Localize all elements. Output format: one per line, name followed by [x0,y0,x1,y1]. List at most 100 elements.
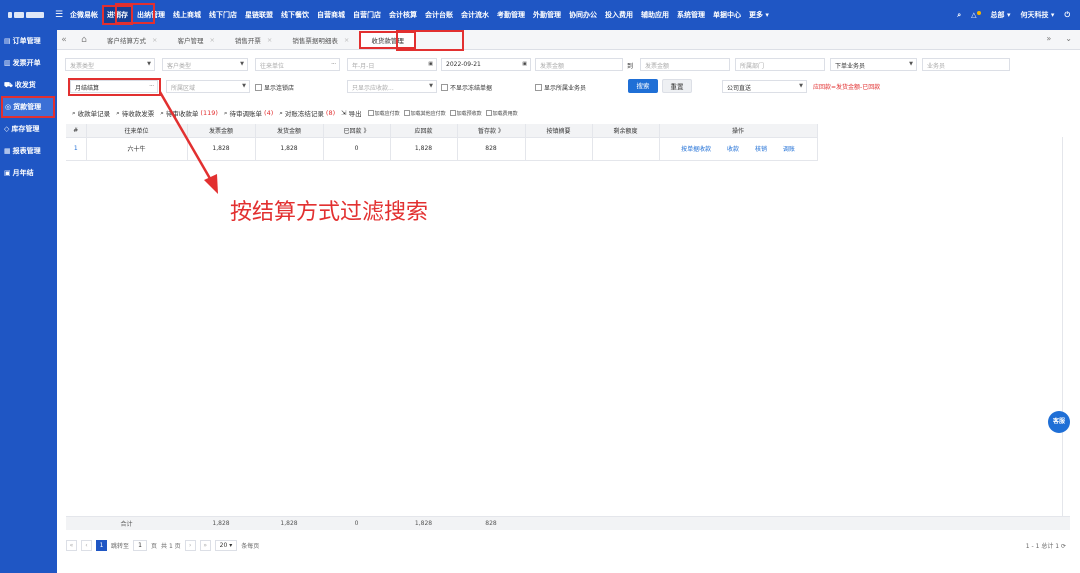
hide-frozen-checkbox[interactable]: 不显示冻结单据 [441,83,492,92]
nav-item[interactable]: 线下餐饮 [277,0,313,30]
col-ship[interactable]: 发货金额 [255,124,324,138]
load-prepaid-checkbox[interactable]: 加载预收款 [449,110,482,117]
nav-item[interactable]: 出纳管理 [133,0,169,30]
pending-adjust-link[interactable]: ⌕ 待审调账单 (4) [224,108,273,119]
region-select[interactable]: 所属区域 ▼ [166,80,250,93]
tabs-back-icon[interactable]: « [57,35,71,45]
nav-item[interactable]: 会计核算 [385,0,421,30]
nav-item[interactable]: 自营门店 [349,0,385,30]
tabs-forward-icon[interactable]: » [1046,34,1051,43]
date-start-input[interactable]: 年-月-日 ▣ [347,58,437,71]
nav-item[interactable]: 投入费用 [601,0,637,30]
menu-toggle-icon[interactable]: ☰ [52,10,66,20]
receive-link[interactable]: 收款 [727,146,739,153]
adjust-link[interactable]: 调账 [783,146,795,153]
sidebar-item[interactable]: ◎ 货款管理 [1,96,55,118]
home-icon[interactable]: ⌂ [77,35,91,45]
nav-item[interactable]: 星链联盟 [241,0,277,30]
export-link[interactable]: ⇲ 导出 [341,108,361,118]
close-icon[interactable]: × [267,36,272,44]
close-icon[interactable]: × [152,36,157,44]
nav-item[interactable]: 更多 ▾ [745,0,773,30]
col-partner[interactable]: 往来单位 [86,124,188,138]
user-menu[interactable]: 总部 ▾ [991,10,1011,20]
nav-item[interactable]: 线下门店 [205,0,241,30]
receipt-records-link[interactable]: ⌕ 收款单记录 [72,108,110,119]
load-other-payable-checkbox[interactable]: 加载其他应付款 [403,110,446,117]
sidebar-item[interactable]: ⛟ 收发货 [0,74,57,96]
amount-to-input[interactable]: 发票金额 [640,58,730,71]
customer-service-button[interactable]: 客服 [1048,411,1070,433]
table-row[interactable]: 1 六十牛 1,828 1,828 0 1,828 828 按单据收款 收款 核… [66,137,818,161]
show-chain-checkbox[interactable]: 显示连锁店 [255,83,294,92]
sidebar-item[interactable]: ◇ 库存管理 [0,118,57,140]
load-payable-checkbox[interactable]: 加载应付款 [367,110,400,117]
customer-type-select[interactable]: 客户类型 ▼ [162,58,248,71]
writeoff-link[interactable]: 核销 [755,146,767,153]
tab[interactable]: 收货款管理 [359,30,416,49]
col-invoice[interactable]: 发票金额 [187,124,256,138]
calendar-icon[interactable]: ▣ [428,61,433,67]
prev-page-icon[interactable]: ‹ [81,539,92,551]
nav-item[interactable]: 考勤管理 [493,0,529,30]
more-icon[interactable]: ··· [331,61,336,67]
nav-item[interactable]: 会计流水 [457,0,493,30]
salesman-input[interactable]: 业务员 [922,58,1010,71]
col-due[interactable]: 应回款 [390,124,458,138]
nav-item[interactable]: 企微易帐 [66,0,102,30]
next-page-icon[interactable]: › [184,539,196,551]
pending-invoice-link[interactable]: ⌕ 待收款发票 [116,108,154,119]
nav-item[interactable]: 进销存 [102,5,133,25]
tab[interactable]: 客户结算方式 × [97,30,167,50]
goto-input[interactable]: 1 [133,539,148,551]
show-all-sales-checkbox[interactable]: 显示所属业务员 [535,83,586,92]
dept-input[interactable]: 所属部门 [735,58,825,71]
nav-item[interactable]: 线上商城 [169,0,205,30]
frozen-records-link[interactable]: ⌕ 对账冻结记录 (8) [279,108,335,119]
close-icon[interactable]: × [209,36,214,44]
nav-item[interactable]: 协同办公 [565,0,601,30]
tab[interactable]: 销售票据明细表 × [282,30,359,50]
col-temp[interactable]: 暂存款 》 [457,124,526,138]
col-summary[interactable]: 按镇摘要 [525,124,593,138]
col-returned[interactable]: 已回款 》 [323,124,391,138]
nav-item[interactable]: 辅助应用 [637,0,673,30]
table-scrollbar[interactable] [1062,137,1070,516]
sidebar-item[interactable]: ▦ 报表管理 [0,140,57,162]
nav-item[interactable]: 自营商城 [313,0,349,30]
invoice-type-select[interactable]: 发票类型 ▼ [65,58,155,71]
power-icon[interactable]: ⏻ [1064,11,1070,20]
sidebar-item[interactable]: ▤ 订单管理 [0,30,57,52]
search-button[interactable]: 搜索 [628,79,658,93]
nav-item[interactable]: 会计台账 [421,0,457,30]
current-page[interactable]: 1 [96,539,107,551]
tab[interactable]: 销售开票 × [225,30,282,50]
page-size-select[interactable]: 20 ▾ [214,539,238,551]
reset-button[interactable]: 重置 [662,79,692,93]
company-menu[interactable]: 何天科技 ▾ [1021,10,1055,20]
sidebar-item[interactable]: ▥ 发票开单 [0,52,57,74]
tab[interactable]: 客户管理 × [167,30,224,50]
receive-by-doc-link[interactable]: 按单据收款 [681,146,711,153]
close-icon[interactable]: × [344,36,349,44]
col-remaining[interactable]: 剩余额度 [592,124,660,138]
sidebar-item[interactable]: ▣ 月年结 [0,162,57,184]
date-end-input[interactable]: 2022-09-21 ▣ [441,58,531,71]
first-page-icon[interactable]: « [66,539,77,551]
pending-receipt-link[interactable]: ⌕ 待审收款单 (119) [160,108,218,119]
chevron-down-icon[interactable]: ⌄ [1065,34,1072,43]
search-icon[interactable]: ⌕ [957,11,961,20]
last-page-icon[interactable]: » [199,539,211,551]
refresh-icon[interactable]: ⟳ [1061,543,1066,550]
nav-item[interactable]: 系统管理 [673,0,709,30]
amount-from-input[interactable]: 发票金额 [535,58,623,71]
only-show-select[interactable]: 只显示应收款... ▼ [347,80,437,93]
salesman-sub-select[interactable]: 下单业务员 ▼ [830,58,917,71]
nav-item[interactable]: 外勤管理 [529,0,565,30]
company-select[interactable]: 公司直送 ▼ [722,80,807,93]
nav-item[interactable]: 单据中心 [709,0,745,30]
bell-icon[interactable]: △ [971,11,981,19]
partner-input[interactable]: 往来单位 ··· [255,58,340,71]
calendar-icon[interactable]: ▣ [522,61,527,67]
load-expense-checkbox[interactable]: 加载费用款 [485,110,518,117]
